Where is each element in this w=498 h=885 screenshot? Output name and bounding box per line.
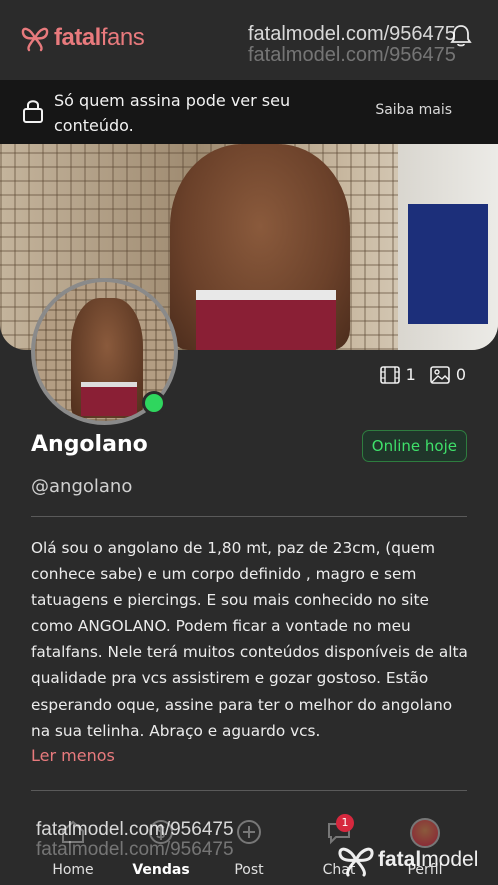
nav-sales-label: Vendas	[132, 862, 190, 878]
fatalfans-logo[interactable]: fatalfans	[20, 24, 145, 52]
profile-handle: @angolano	[31, 476, 133, 497]
status-badge: Online hoje	[361, 430, 467, 462]
notice-text: Só quem assina pode ver seu conteúdo.	[54, 91, 291, 135]
film-icon	[379, 365, 400, 384]
logo-text: fatalfans	[54, 24, 145, 51]
watermark-text-shadow: fatalmodel.com/956475	[248, 44, 456, 66]
top-bar: fatalfans fatalmodel.com/956475 fatalmod…	[0, 0, 498, 80]
bow-logo-icon	[21, 27, 49, 52]
fatalmodel-wordmark: fatalmodel	[378, 848, 479, 871]
divider	[31, 790, 467, 791]
watermark-text-bottom-shadow: fatalmodel.com/956475	[36, 839, 234, 860]
image-icon	[430, 365, 450, 384]
cover-shorts	[196, 290, 336, 350]
videos-count: 1	[405, 365, 416, 384]
chat-unread-badge: 1	[336, 814, 354, 832]
fatalmodel-logo-icon	[338, 847, 374, 877]
profile-bio: Olá sou o angolano de 1,80 mt, paz de 23…	[31, 539, 468, 740]
media-stats: 1 0	[379, 365, 466, 384]
lock-icon	[23, 100, 43, 123]
photos-count: 0	[455, 365, 466, 384]
watermark-text: fatalmodel.com/956475	[248, 23, 456, 45]
divider	[31, 516, 467, 517]
online-indicator	[142, 391, 166, 415]
read-less-link[interactable]: Ler menos	[31, 746, 115, 765]
subscribe-notice-bar: Só quem assina pode ver seu conteúdo. Sa…	[0, 80, 498, 144]
nav-home-label: Home	[52, 862, 94, 878]
profile-name: Angolano	[31, 432, 148, 457]
fatalmodel-watermark: fatalmodel	[336, 843, 478, 877]
learn-more-link[interactable]: Saiba mais	[375, 102, 452, 118]
cover-flag	[408, 204, 488, 324]
watermark-text-bottom: fatalmodel.com/956475	[36, 819, 234, 840]
nav-post-label: Post	[234, 862, 264, 878]
avatar-shorts	[81, 382, 137, 416]
add-post-icon	[237, 820, 261, 844]
